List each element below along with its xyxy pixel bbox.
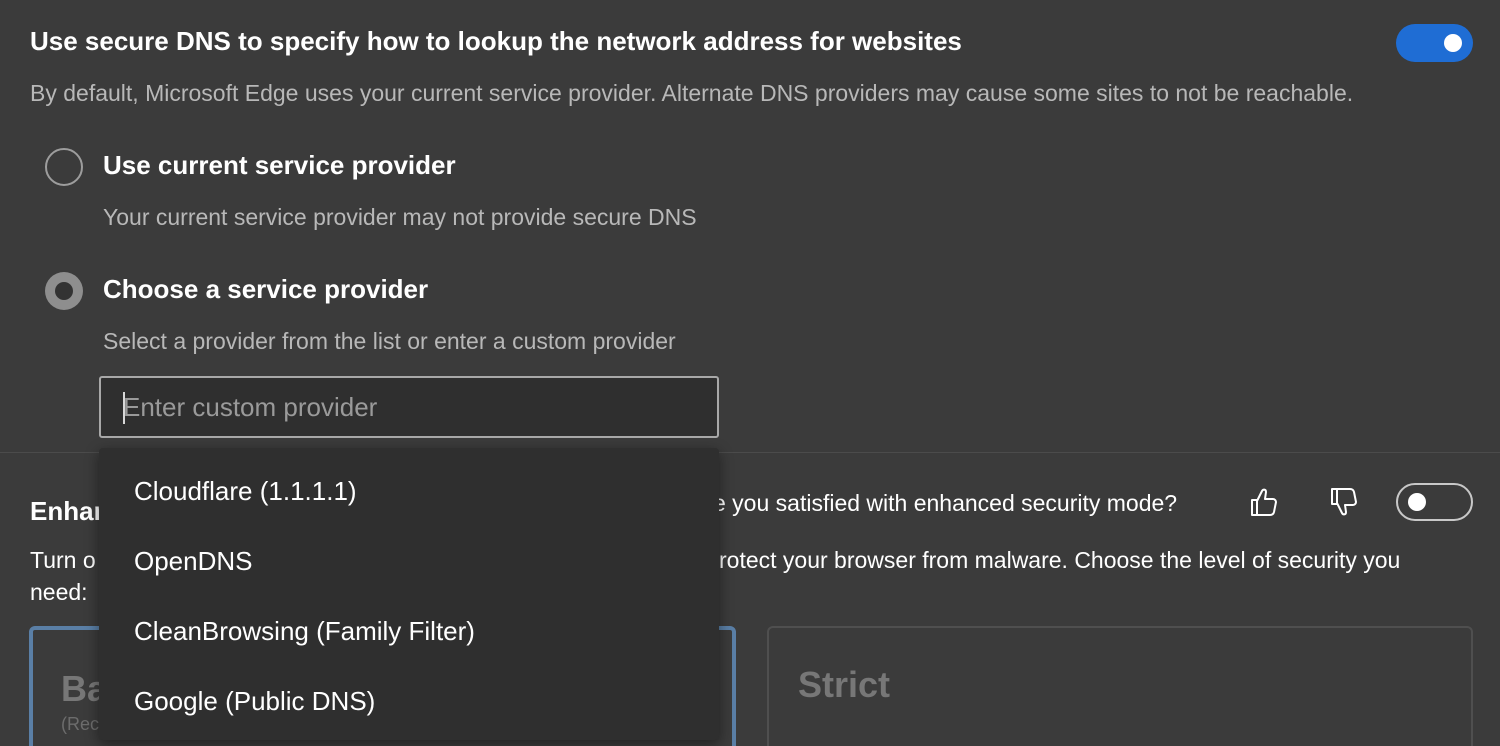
radio-use-current-provider[interactable] <box>45 148 83 186</box>
enhanced-security-title: Enhan <box>30 496 110 526</box>
toggle-knob <box>1408 493 1426 511</box>
radio-selected-dot <box>55 282 73 300</box>
thumbs-up-icon[interactable] <box>1248 486 1278 518</box>
radio-choose-provider[interactable] <box>45 272 83 310</box>
card-basic-subtitle: (Rec <box>61 714 100 734</box>
dropdown-item-cleanbrowsing[interactable]: CleanBrowsing (Family Filter) <box>134 616 475 647</box>
thumbs-down-icon[interactable] <box>1328 486 1358 518</box>
option-use-current-provider-label[interactable]: Use current service provider <box>103 150 456 181</box>
enhanced-security-description-right: rotect your browser from malware. Choose… <box>719 547 1401 573</box>
settings-page: Use secure DNS to specify how to lookup … <box>0 0 1500 746</box>
option-use-current-provider-description: Your current service provider may not pr… <box>103 204 697 230</box>
secure-dns-title: Use secure DNS to specify how to lookup … <box>30 26 962 56</box>
text-caret <box>123 392 125 424</box>
card-strict-title: Strict <box>798 664 891 705</box>
dropdown-item-opendns[interactable]: OpenDNS <box>134 546 253 577</box>
dropdown-item-cloudflare[interactable]: Cloudflare (1.1.1.1) <box>134 476 357 507</box>
provider-dropdown: Cloudflare (1.1.1.1) OpenDNS CleanBrowsi… <box>99 448 719 740</box>
enhanced-security-description-line2: need: <box>30 579 88 605</box>
custom-provider-input[interactable] <box>99 376 719 438</box>
feedback-question: e you satisfied with enhanced security m… <box>713 490 1178 516</box>
enhanced-security-description-left: Turn o <box>30 547 96 573</box>
secure-dns-toggle[interactable] <box>1396 24 1473 62</box>
option-choose-provider-label[interactable]: Choose a service provider <box>103 274 428 305</box>
security-mode-card-strict[interactable]: Strict <box>767 626 1473 746</box>
option-choose-provider-description: Select a provider from the list or enter… <box>103 328 676 354</box>
enhanced-security-toggle[interactable] <box>1396 483 1473 521</box>
dropdown-item-google[interactable]: Google (Public DNS) <box>134 686 375 717</box>
secure-dns-description: By default, Microsoft Edge uses your cur… <box>30 80 1354 106</box>
toggle-knob <box>1444 34 1462 52</box>
